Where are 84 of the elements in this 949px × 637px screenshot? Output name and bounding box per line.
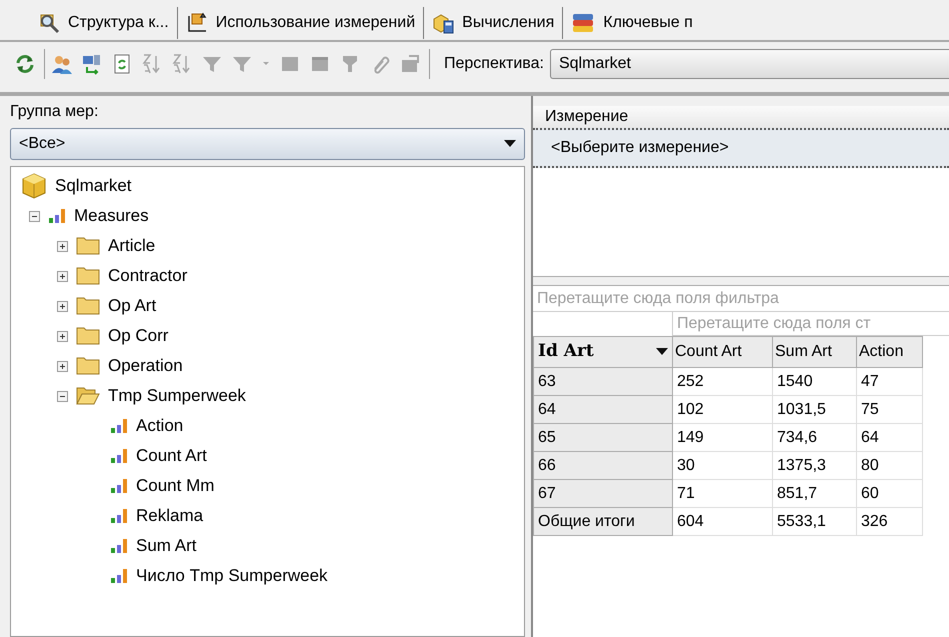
row-header-cell: 65 (533, 424, 673, 452)
tree-item[interactable]: Sqlmarket (55, 173, 132, 199)
tree-item[interactable]: Sum Art (136, 533, 196, 559)
table-cell: 60 (857, 480, 923, 508)
table-cell: 5533,1 (773, 508, 857, 536)
row-header-cell: 67 (533, 480, 673, 508)
table-cell: 47 (857, 368, 923, 396)
expand-icon[interactable] (57, 270, 68, 282)
column-header: Count Art (673, 336, 773, 368)
table-cell: 1375,3 (773, 452, 857, 480)
folder-icon (76, 236, 100, 256)
measure-group-select[interactable]: <Все> (10, 128, 525, 160)
bar-chart-icon (110, 508, 128, 524)
tree-item[interactable]: Count Mm (136, 473, 214, 499)
expand-icon[interactable] (57, 300, 68, 312)
measure-group-label: Группа мер: (10, 102, 100, 122)
table-cell: 71 (673, 480, 773, 508)
table-cell: 30 (673, 452, 773, 480)
open-folder-icon (76, 386, 100, 406)
users-icon[interactable] (51, 53, 73, 75)
folder-icon (76, 356, 100, 376)
tree-item[interactable]: Op Art (108, 293, 156, 319)
dimension-placeholder[interactable]: <Выберите измерение> (533, 128, 949, 168)
refresh-icon[interactable] (14, 53, 36, 75)
tree-item[interactable]: Action (136, 413, 184, 439)
row-header-cell: 66 (533, 452, 673, 480)
tree-item[interactable]: Operation (108, 353, 183, 379)
cube-calculator-icon (432, 12, 454, 34)
tree-item[interactable]: Count Art (136, 443, 207, 469)
table-cell: 80 (857, 452, 923, 480)
folder-icon (76, 326, 100, 346)
bar-chart-icon (110, 448, 128, 464)
table-cell: 1031,5 (773, 396, 857, 424)
table-cell: 734,6 (773, 424, 857, 452)
designer-tab[interactable]: Ключевые п (562, 7, 701, 39)
table-cell: 252 (673, 368, 773, 396)
table-cell: 604 (673, 508, 773, 536)
tree-item[interactable]: Article (108, 233, 156, 259)
collapse-icon[interactable] (57, 390, 68, 402)
row-field-header[interactable]: Id Art (533, 336, 673, 368)
expand-icon[interactable] (57, 360, 68, 372)
collapse-icon[interactable] (29, 210, 40, 222)
stacked-bars-icon (571, 12, 596, 34)
row-header-cell: 63 (533, 368, 673, 396)
dimension-header: Измерение (533, 106, 949, 128)
table-cell: 1540 (773, 368, 857, 396)
magnifier-icon (38, 12, 60, 34)
expand-icon[interactable] (57, 240, 68, 252)
table-cell: 102 (673, 396, 773, 424)
table-cell: 64 (857, 424, 923, 452)
filter-drop-hint: Перетащите сюда поля фильтра (533, 286, 949, 312)
bar-chart-icon (48, 208, 66, 224)
table-cell: 75 (857, 396, 923, 424)
tree-item[interactable]: Число Tmp Sumperweek (136, 563, 328, 589)
tree-item[interactable]: Measures (74, 203, 149, 229)
bar-chart-icon (110, 568, 128, 584)
perspective-label: Перспектива: (444, 54, 544, 74)
row-header-cell: 64 (533, 396, 673, 424)
dropdown-arrow-icon (504, 140, 516, 148)
cube-icon (21, 172, 47, 200)
designer-tab[interactable]: Вычисления (423, 7, 562, 39)
perspective-select[interactable]: Sqlmarket (550, 49, 949, 79)
computers-icon[interactable] (81, 53, 103, 75)
folder-icon (76, 266, 100, 286)
dropdown-arrow-icon[interactable] (656, 348, 668, 356)
bar-chart-icon (110, 418, 128, 434)
tree-item[interactable]: Op Corr (108, 323, 168, 349)
column-header: Action (857, 336, 923, 368)
bar-chart-icon (110, 478, 128, 494)
expand-icon[interactable] (57, 330, 68, 342)
tree-item[interactable]: Reklama (136, 503, 204, 529)
row-header-cell: Общие итоги (533, 508, 673, 536)
bar-chart-icon (110, 538, 128, 554)
cube-axes-icon (186, 12, 208, 34)
splitter-bar[interactable] (533, 276, 949, 286)
table-cell: 851,7 (773, 480, 857, 508)
tree-item[interactable]: Tmp Sumperweek (108, 383, 246, 409)
designer-tab[interactable]: Структура к... (30, 7, 177, 39)
designer-tab[interactable]: Использование измерений (176, 7, 424, 39)
folder-icon (76, 296, 100, 316)
table-cell: 149 (673, 424, 773, 452)
table-cell: 326 (857, 508, 923, 536)
column-header: Sum Art (773, 336, 857, 368)
tree-item[interactable]: Contractor (108, 263, 188, 289)
